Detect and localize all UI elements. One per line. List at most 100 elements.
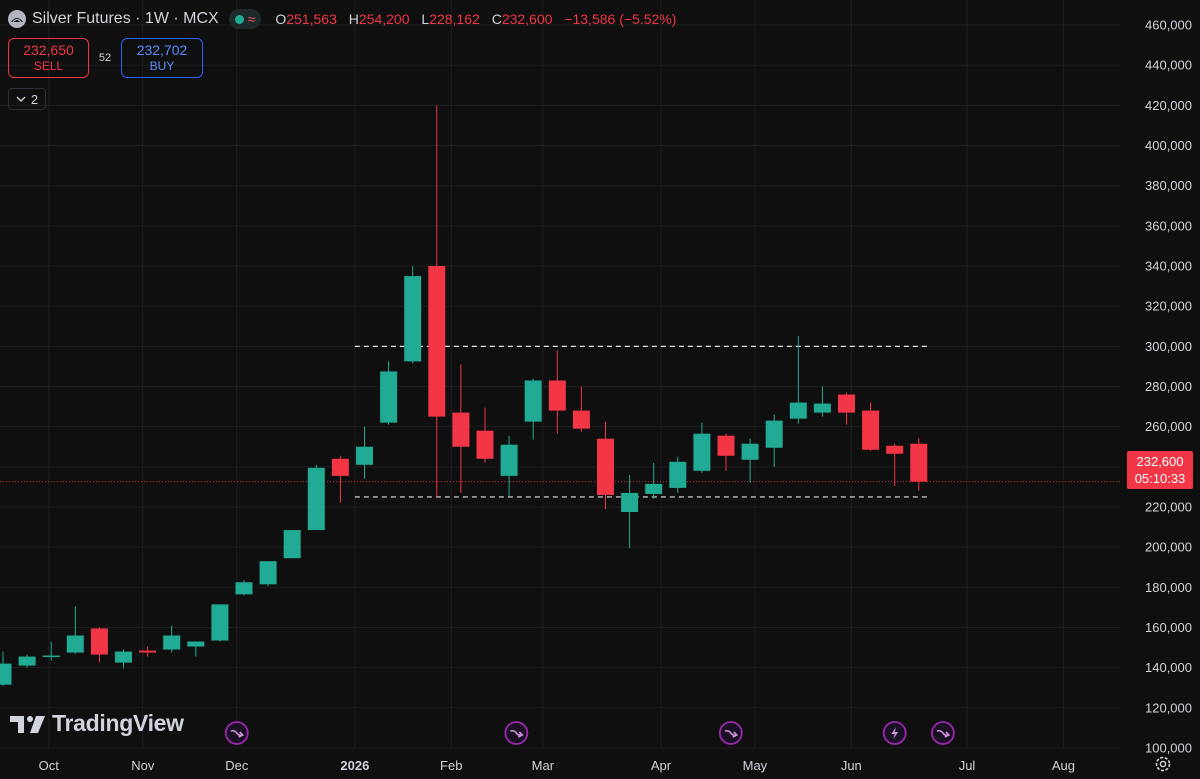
- candle: [235, 580, 253, 596]
- candle: [862, 402, 880, 451]
- candle-body: [66, 635, 84, 653]
- candle-body: [500, 444, 518, 476]
- price-tick-label: 160,000: [1145, 620, 1192, 635]
- price-tick-label: 220,000: [1145, 499, 1192, 514]
- price-tick-label: 460,000: [1145, 18, 1192, 33]
- candle: [0, 651, 12, 686]
- candle-body: [838, 394, 855, 413]
- price-tick-label: 200,000: [1145, 540, 1192, 555]
- candle: [356, 426, 373, 479]
- candle-body: [0, 663, 12, 685]
- sell-price: 232,650: [23, 42, 74, 58]
- close-value: 232,600: [501, 11, 553, 27]
- price-chart[interactable]: 100,000 120,000 140,000 160,000 180,000 200,0…: [0, 0, 1200, 779]
- close-label: C: [491, 11, 502, 27]
- price-tick-label: 180,000: [1145, 580, 1192, 595]
- price-tick-label: 360,000: [1145, 218, 1192, 233]
- market-open-dot-icon: [234, 14, 244, 24]
- sell-button[interactable]: 232,650 SELL: [8, 38, 89, 78]
- candle: [669, 456, 687, 493]
- candle: [524, 378, 542, 440]
- buy-button[interactable]: 232,702 BUY: [121, 38, 203, 78]
- candle: [838, 392, 855, 425]
- tradingview-logo-text: TradingView: [52, 710, 184, 736]
- open-value: 251,563: [286, 11, 337, 27]
- sell-label: SELL: [33, 59, 64, 73]
- candle: [211, 604, 229, 642]
- dividend-event-icon[interactable]: [718, 721, 743, 745]
- settings-gear-icon[interactable]: [1154, 755, 1172, 773]
- earnings-event-icon[interactable]: [882, 721, 907, 745]
- candle-body: [669, 461, 687, 488]
- candle: [163, 625, 181, 653]
- symbol-legend: Silver Futures · 1W · MCX ≈ O251,563 H25…: [8, 8, 676, 30]
- price-tick-label: 260,000: [1145, 419, 1192, 434]
- candle: [693, 422, 711, 473]
- time-axis: Oct Nov Dec 2026 Feb Mar Apr May Jun Jul Aug: [39, 758, 1075, 773]
- candle-body: [235, 582, 253, 595]
- candle: [717, 433, 735, 471]
- candle-body: [476, 430, 494, 459]
- candle-body: [331, 458, 349, 476]
- time-tick-label: Jun: [841, 758, 862, 773]
- candle-body: [910, 443, 928, 482]
- price-tick-label: 400,000: [1145, 138, 1192, 153]
- candle-body: [717, 435, 735, 456]
- candle-body: [428, 266, 446, 417]
- price-tick-label: 280,000: [1145, 379, 1192, 394]
- buy-label: BUY: [149, 59, 175, 73]
- candle-body: [18, 656, 36, 666]
- tradingview-logo-icon: [10, 715, 45, 733]
- time-tick-label: Nov: [131, 758, 155, 773]
- high-value: 254,200: [358, 11, 410, 27]
- indicators-toggle-button[interactable]: 2: [8, 88, 46, 110]
- tradingview-logo[interactable]: TradingView: [10, 710, 184, 737]
- dividend-event-icon[interactable]: [504, 721, 529, 745]
- price-tick-label: 380,000: [1145, 178, 1192, 193]
- event-markers: [224, 721, 955, 745]
- last-price-badge: 232,600 05:10:33: [1127, 451, 1193, 489]
- time-tick-label: Jul: [959, 758, 976, 773]
- candle: [548, 350, 566, 434]
- market-status[interactable]: ≈: [228, 9, 262, 29]
- candle: [452, 364, 470, 493]
- price-tick-label: 340,000: [1145, 259, 1192, 274]
- candle-body: [90, 628, 108, 655]
- price-tick-label: 320,000: [1145, 299, 1192, 314]
- candle-body: [765, 420, 783, 448]
- candle-body: [187, 641, 205, 647]
- symbol-title[interactable]: Silver Futures · 1W · MCX: [32, 10, 219, 28]
- candle: [283, 530, 301, 559]
- indicators-count: 2: [30, 91, 39, 107]
- candle: [789, 336, 807, 424]
- time-tick-label: Feb: [440, 758, 462, 773]
- candle: [307, 464, 325, 531]
- price-tick-label: 440,000: [1145, 58, 1192, 73]
- candle-body: [42, 655, 60, 658]
- time-tick-label: Apr: [651, 758, 672, 773]
- candle: [18, 654, 36, 668]
- candle-body: [356, 446, 373, 465]
- candle: [187, 641, 205, 657]
- time-tick-label: Oct: [39, 758, 60, 773]
- candle-body: [813, 403, 831, 413]
- candle: [572, 386, 590, 432]
- price-tick-label: 420,000: [1145, 98, 1192, 113]
- candle-body: [789, 402, 807, 419]
- time-tick-label: Mar: [532, 758, 555, 773]
- volatility-wave-icon: ≈: [247, 11, 256, 27]
- last-price-value: 232,600: [1136, 454, 1184, 469]
- time-tick-label: Dec: [225, 758, 249, 773]
- candle: [645, 462, 663, 499]
- buy-price: 232,702: [136, 42, 188, 58]
- price-tick-label: 100,000: [1145, 740, 1192, 755]
- dividend-event-icon[interactable]: [931, 721, 955, 745]
- candle-body: [886, 445, 904, 454]
- price-tick-label: 140,000: [1145, 660, 1192, 675]
- candle-body: [452, 412, 470, 447]
- time-tick-label: May: [743, 758, 768, 773]
- candle: [42, 641, 60, 661]
- dividend-event-icon[interactable]: [224, 721, 249, 745]
- candle-body: [139, 650, 157, 653]
- chevron-down-icon: [16, 96, 26, 102]
